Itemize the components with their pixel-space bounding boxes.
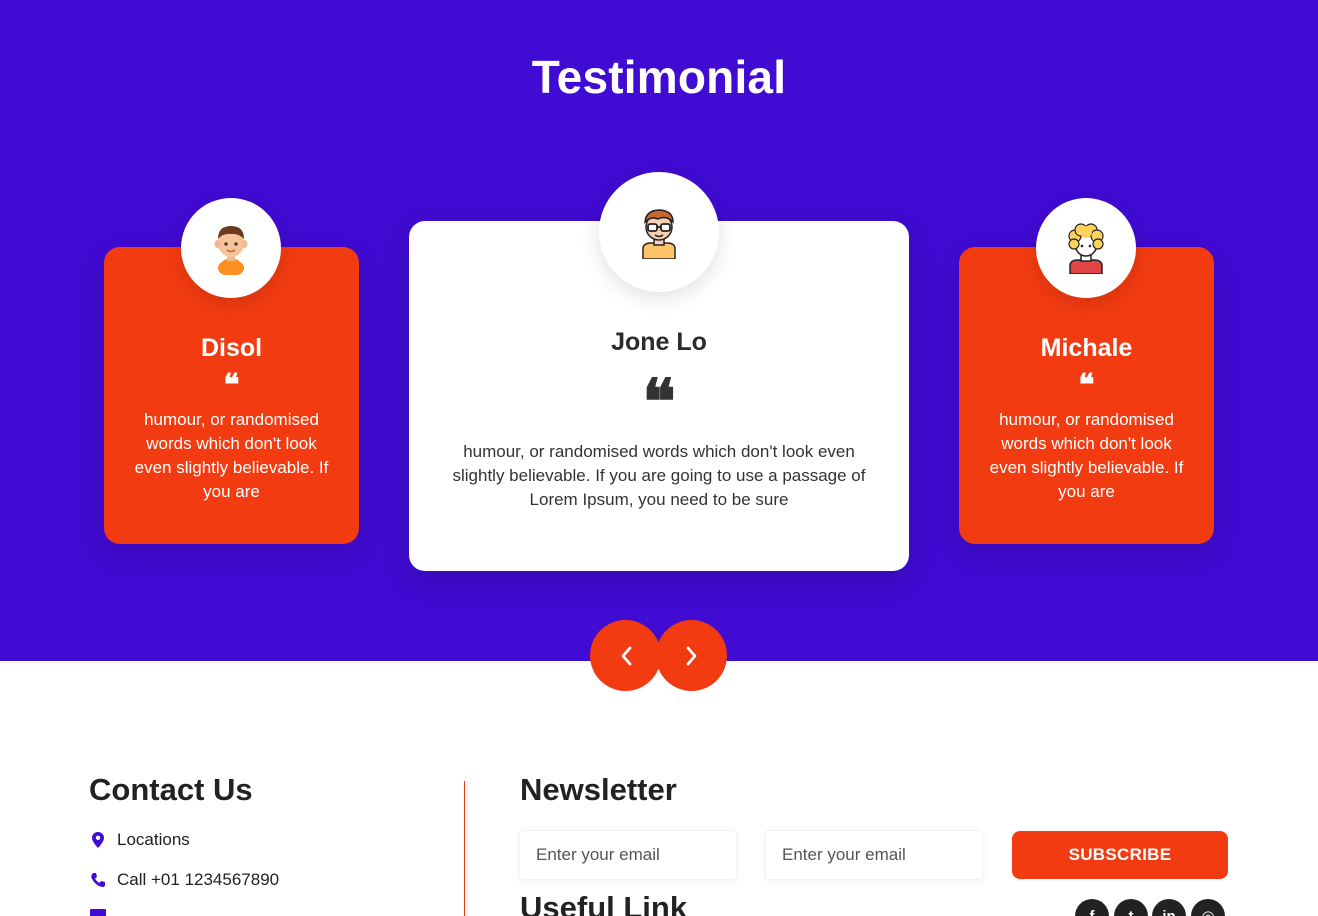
testimonial-name: Disol [200,334,263,362]
quote-icon: ❝ [223,368,240,403]
contact-email[interactable] [89,906,117,916]
email-input-secondary[interactable] [765,830,983,880]
phone-icon [89,871,107,889]
subscribe-button[interactable]: SUBSCRIBE [1012,831,1228,879]
testimonial-section: Testimonial Disol ❝ humour, or randomise… [0,0,1318,661]
quote-icon: ❝ [642,365,676,438]
linkedin-icon[interactable]: in [1152,899,1186,916]
contact-title: Contact Us [89,772,253,807]
mail-icon [89,906,107,916]
email-input[interactable] [519,830,737,880]
contact-location[interactable]: Locations [89,830,190,850]
testimonial-text: humour, or randomised words which don't … [452,442,866,509]
testimonial-text: humour, or randomised words which don't … [989,410,1184,501]
contact-phone-label: Call +01 1234567890 [117,870,280,889]
chevron-left-icon [621,646,631,665]
boy-avatar-icon [181,198,281,298]
contact-phone[interactable]: Call +01 1234567890 [89,870,279,890]
carousel-prev-button[interactable] [590,620,661,691]
useful-link-title: Useful Link [520,890,688,916]
footer-divider [464,781,465,916]
contact-location-label: Locations [117,830,190,849]
testimonial-name: Michale [1040,334,1133,362]
glasses-man-avatar-icon [599,172,719,292]
curly-hair-avatar-icon [1036,198,1136,298]
section-title: Testimonial [531,51,787,103]
chevron-right-icon [686,646,696,665]
carousel-next-button[interactable] [656,620,727,691]
testimonial-name: Jone Lo [611,328,707,356]
location-pin-icon [89,831,107,849]
twitter-icon[interactable]: t [1114,899,1148,916]
newsletter-title: Newsletter [520,772,677,807]
quote-icon: ❝ [1078,368,1095,403]
facebook-icon[interactable]: f [1075,899,1109,916]
instagram-icon[interactable]: ◎ [1191,899,1225,916]
testimonial-text: humour, or randomised words which don't … [134,410,329,501]
